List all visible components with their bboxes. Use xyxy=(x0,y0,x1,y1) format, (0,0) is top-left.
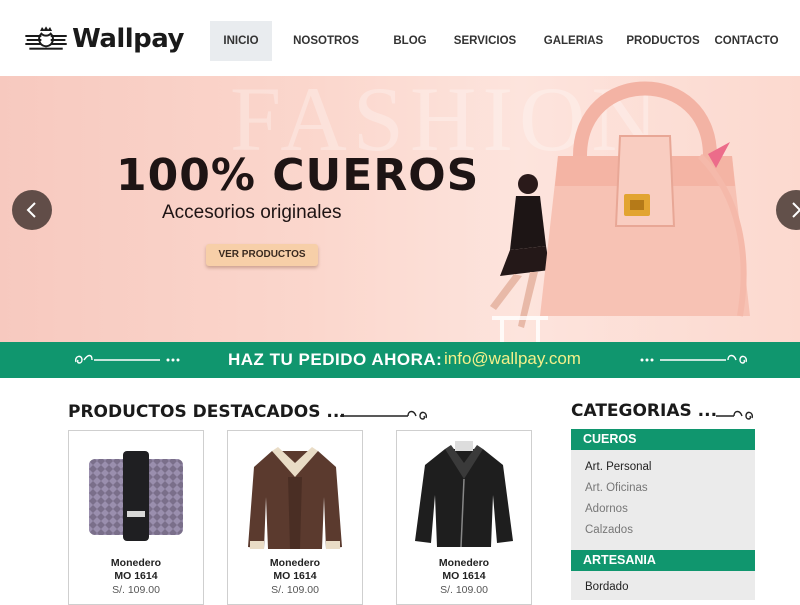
product-price: S/. 109.00 xyxy=(112,584,160,596)
leather-jacket-image xyxy=(415,441,513,548)
nav-item-inicio[interactable]: INICIO xyxy=(210,21,272,61)
product-card[interactable]: Monedero MO 1614 S/. 109.00 xyxy=(68,430,204,605)
product-code: MO 1614 xyxy=(442,570,486,582)
chevron-right-icon xyxy=(792,202,800,218)
product-card[interactable]: Monedero MO 1614 S/. 109.00 xyxy=(227,430,363,605)
product-card[interactable]: Monedero MO 1614 S/. 109.00 xyxy=(396,430,532,605)
product-code: MO 1614 xyxy=(273,570,317,582)
hero-title: 100% CUEROS xyxy=(116,150,480,201)
ornament-right-icon xyxy=(640,354,748,364)
category-item-art-personal[interactable]: Art. Personal xyxy=(585,461,651,473)
jacket-image xyxy=(248,447,342,549)
featured-products-title: PRODUCTOS DESTACADOS ... xyxy=(68,402,346,422)
hero-slider: FASHION 100% CUEROS Accesorios originale… xyxy=(0,76,800,342)
ornament-left-icon xyxy=(74,354,180,364)
slider-prev-button[interactable] xyxy=(12,190,52,230)
nav-item-blog[interactable]: BLOG xyxy=(380,21,440,61)
product-name: Monedero xyxy=(110,557,162,569)
brand-logo[interactable]: Wallpay xyxy=(24,16,184,62)
product-code: MO 1614 xyxy=(114,570,158,582)
nav-item-productos[interactable]: PRODUCTOS xyxy=(617,21,709,61)
crown-logo-icon xyxy=(25,26,67,50)
view-products-button[interactable]: VER PRODUCTOS xyxy=(206,244,318,266)
brand-name: Wallpay xyxy=(72,24,184,54)
hero-subtitle: Accesorios originales xyxy=(162,202,342,223)
category-item-art-oficinas[interactable]: Art. Oficinas xyxy=(585,482,648,494)
main-nav: INICIO NOSOTROS BLOG SERVICIOS GALERIAS … xyxy=(210,21,784,61)
product-price: S/. 109.00 xyxy=(271,584,319,596)
order-email-link[interactable]: info@wallpay.com xyxy=(444,349,581,369)
category-header-cueros[interactable]: CUEROS xyxy=(571,429,755,450)
category-header-artesania[interactable]: ARTESANIA xyxy=(571,550,755,571)
nav-item-nosotros[interactable]: NOSOTROS xyxy=(272,21,380,61)
wallet-image xyxy=(89,451,183,541)
category-item-calzados[interactable]: Calzados xyxy=(585,524,633,536)
nav-item-galerias[interactable]: GALERIAS xyxy=(530,21,617,61)
site-header: Wallpay INICIO NOSOTROS BLOG SERVICIOS G… xyxy=(0,0,800,76)
product-name: Monedero xyxy=(269,557,321,569)
order-banner: HAZ TU PEDIDO AHORA: info@wallpay.com xyxy=(0,342,800,378)
nav-item-contacto[interactable]: CONTACTO xyxy=(709,21,784,61)
section-ornament-icon xyxy=(340,410,428,420)
product-name: Monedero xyxy=(438,557,490,569)
category-item-bordado[interactable]: Bordado xyxy=(585,581,628,593)
category-item-adornos[interactable]: Adornos xyxy=(585,503,628,515)
nav-item-servicios[interactable]: SERVICIOS xyxy=(440,21,530,61)
slider-next-button[interactable] xyxy=(776,190,800,230)
order-banner-text: HAZ TU PEDIDO AHORA: xyxy=(228,350,443,369)
chevron-left-icon xyxy=(26,202,36,218)
product-price: S/. 109.00 xyxy=(440,584,488,596)
handbag-illustration xyxy=(540,81,750,317)
categories-panel: CUEROS Art. Personal Art. Oficinas Adorn… xyxy=(571,429,755,600)
categories-title: CATEGORIAS ... xyxy=(571,401,718,421)
categories-ornament-icon xyxy=(716,410,754,420)
